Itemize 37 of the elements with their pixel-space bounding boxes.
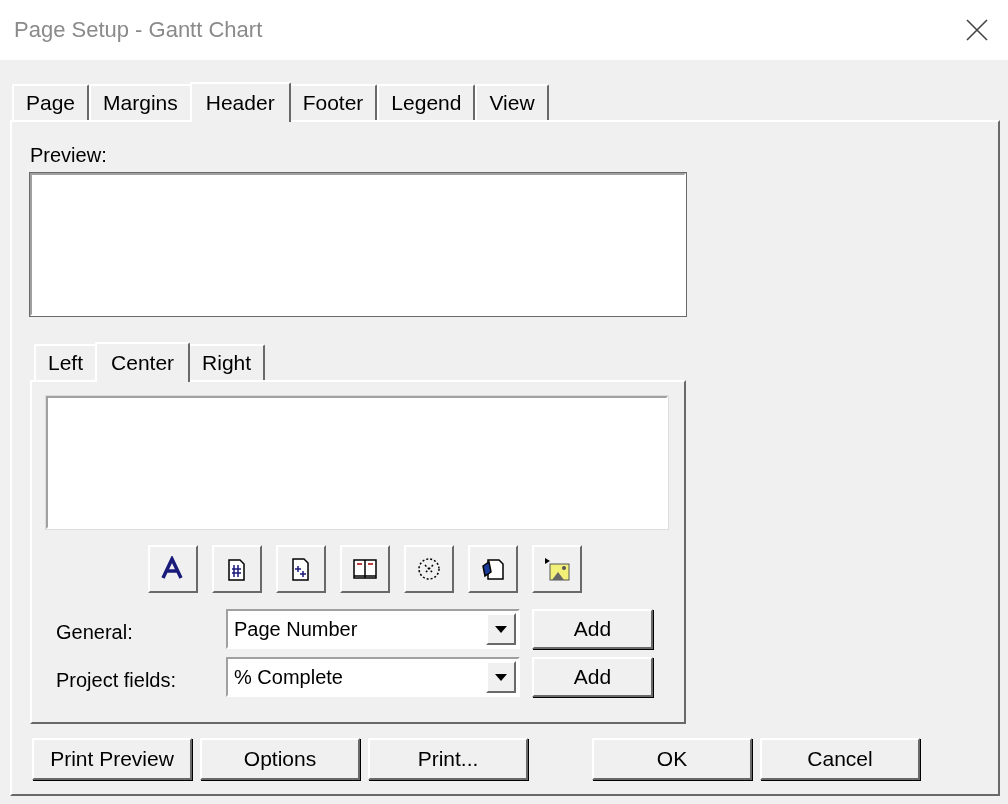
dialog-button[interactable]: OK — [592, 738, 752, 780]
clock-icon — [416, 556, 442, 582]
toolbar-button[interactable] — [148, 545, 198, 593]
toolbar-button[interactable] — [212, 545, 262, 593]
tab[interactable]: Page — [12, 84, 90, 120]
caret-icon — [495, 673, 507, 681]
tab[interactable]: View — [475, 84, 549, 120]
section-tab[interactable]: Left — [34, 344, 98, 380]
tab[interactable]: Margins — [89, 84, 192, 120]
section-tab[interactable]: Right — [188, 344, 266, 380]
dropdown[interactable]: % Complete — [226, 657, 520, 697]
dialog-button[interactable]: Options — [200, 738, 360, 780]
close-icon — [964, 17, 990, 43]
calendar-icon — [352, 556, 378, 582]
toolbar-button[interactable] — [468, 545, 518, 593]
dropdown[interactable]: Page Number — [226, 609, 520, 649]
dropdown-button[interactable] — [486, 661, 516, 693]
tab[interactable]: Header — [189, 82, 291, 122]
add-button[interactable]: Add — [532, 609, 653, 649]
toolbar-button[interactable] — [276, 545, 326, 593]
file-pen-icon — [480, 556, 506, 582]
dialog-button[interactable]: Print... — [368, 738, 528, 780]
window-title: Page Setup - Gantt Chart — [14, 17, 263, 43]
toolbar-button[interactable] — [340, 545, 390, 593]
tab[interactable]: Footer — [288, 84, 378, 120]
field-label: General: — [55, 620, 134, 644]
field-label: Project fields: — [55, 668, 178, 692]
preview-label: Preview: — [30, 144, 108, 167]
close-button[interactable] — [964, 17, 990, 43]
add-button[interactable]: Add — [532, 657, 653, 697]
picture-icon — [544, 556, 570, 582]
dialog-button[interactable]: Cancel — [760, 738, 920, 780]
tab[interactable]: Legend — [377, 84, 476, 120]
dropdown-button[interactable] — [486, 613, 516, 645]
dialog-button[interactable]: Print Preview — [32, 738, 192, 780]
caret-icon — [495, 625, 507, 633]
section-tab[interactable]: Center — [95, 342, 191, 382]
